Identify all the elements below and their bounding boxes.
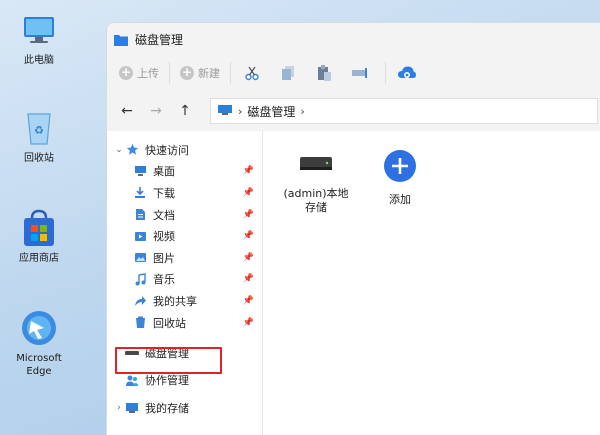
nav-label: 桌面: [153, 165, 175, 179]
sidebar-item-desktop[interactable]: 桌面 📌: [107, 161, 262, 183]
computer-icon: [125, 401, 139, 415]
navigation-pane: ⌄ 快速访问 桌面 📌 下载 📌 文档 📌 视频 📌 图片 📌 音乐 📌 我的共…: [107, 131, 263, 435]
sidebar-item-pictures[interactable]: 图片 📌: [107, 247, 262, 269]
svg-text:♻: ♻: [34, 124, 44, 137]
new-label: 新建: [198, 67, 220, 80]
hard-drive-icon: [298, 149, 334, 181]
arrow-up-icon: ↑: [179, 103, 191, 119]
pin-icon[interactable]: 📌: [243, 253, 254, 263]
sidebar-item-my-storage[interactable]: › 我的存储: [107, 393, 262, 423]
sidebar-item-documents[interactable]: 文档 📌: [107, 204, 262, 226]
sidebar-item-recycle-bin[interactable]: 回收站 📌: [107, 312, 262, 334]
copy-icon[interactable]: [277, 62, 299, 84]
paste-icon[interactable]: [313, 62, 335, 84]
pin-icon[interactable]: 📌: [243, 210, 254, 220]
pin-icon[interactable]: 📌: [243, 296, 254, 306]
nav-label: 音乐: [153, 273, 175, 287]
collaboration-icon: [125, 373, 139, 387]
new-button[interactable]: + 新建: [180, 65, 220, 81]
nav-label: 图片: [153, 251, 175, 265]
desktop-icon: [133, 164, 147, 178]
app-store-icon: [19, 208, 59, 248]
pin-icon[interactable]: 📌: [243, 231, 254, 241]
music-icon: [133, 272, 147, 286]
desktop-icon-label: 应用商店: [19, 253, 59, 264]
rename-icon[interactable]: [349, 62, 371, 84]
chevron-right-icon: ›: [238, 104, 243, 118]
plus-icon: [383, 149, 417, 187]
forward-button[interactable]: →: [144, 99, 168, 123]
share-icon: [133, 294, 147, 308]
watermark-text: 什么值得买: [513, 407, 594, 426]
up-button[interactable]: ↑: [173, 99, 197, 123]
watermark-logo-icon: 值: [489, 405, 510, 425]
chevron-down-icon[interactable]: ⌄: [113, 145, 125, 155]
quick-access-header[interactable]: ⌄ 快速访问: [107, 139, 262, 161]
address-bar[interactable]: › 磁盘管理 ›: [210, 98, 598, 124]
arrow-left-icon: ←: [121, 103, 133, 119]
nav-label: 下载: [153, 186, 175, 200]
desktop-icon-recycle-bin[interactable]: ♻ 回收站: [8, 108, 70, 165]
nav-label: 回收站: [153, 316, 186, 330]
local-storage-item[interactable]: (admin)本地 存储: [281, 149, 351, 215]
upload-button[interactable]: + 上传: [119, 65, 159, 81]
document-icon: [133, 208, 147, 222]
download-icon: [133, 186, 147, 200]
desktop-icon-label: 回收站: [24, 153, 54, 164]
title-bar: 磁盘管理: [107, 23, 600, 55]
desktop-icon-label: Microsoft Edge: [16, 353, 62, 377]
cloud-icon[interactable]: [396, 62, 418, 84]
pin-icon[interactable]: 📌: [243, 166, 254, 176]
add-storage-item[interactable]: 添加: [365, 149, 435, 207]
recycle-bin-icon: [133, 316, 147, 330]
pin-icon[interactable]: 📌: [243, 318, 254, 328]
window-title: 磁盘管理: [135, 32, 184, 47]
star-icon: [125, 143, 139, 157]
nav-label: 我的共享: [153, 294, 197, 308]
content-area: ⌄ 快速访问 桌面 📌 下载 📌 文档 📌 视频 📌 图片 📌 音乐 📌 我的共…: [107, 131, 600, 435]
breadcrumb[interactable]: 磁盘管理: [247, 103, 295, 120]
chevron-right-icon[interactable]: ›: [300, 105, 304, 118]
nav-label: 我的存储: [145, 402, 189, 416]
sidebar-item-videos[interactable]: 视频 📌: [107, 225, 262, 247]
watermark: 值 什么值得买: [489, 403, 594, 427]
toolbar-separator: [169, 62, 170, 84]
desktop-icon-edge[interactable]: Microsoft Edge: [8, 308, 70, 378]
desktop-icon-app-store[interactable]: 应用商店: [8, 208, 70, 265]
item-label: 添加: [389, 193, 411, 206]
file-explorer-window: 磁盘管理 + 上传 + 新建 ← → ↑ › 磁盘管理 › ⌄ 快速访问 桌面 …: [106, 22, 600, 435]
toolbar: + 上传 + 新建: [107, 55, 600, 91]
highlight-box: [115, 347, 222, 374]
nav-label: 快速访问: [145, 143, 189, 157]
picture-icon: [133, 251, 147, 265]
cut-icon[interactable]: [241, 62, 263, 84]
folder-icon: [113, 32, 129, 46]
plus-icon: +: [119, 65, 133, 80]
desktop-icon-this-pc[interactable]: 此电脑: [8, 10, 70, 67]
toolbar-separator: [385, 62, 386, 84]
sidebar-item-music[interactable]: 音乐 📌: [107, 269, 262, 291]
nav-label: 文档: [153, 208, 175, 222]
recycle-bin-icon: ♻: [19, 108, 59, 148]
plus-icon: +: [180, 65, 194, 80]
item-label: (admin)本地 存储: [283, 187, 349, 214]
chevron-right-icon[interactable]: ›: [113, 403, 125, 413]
nav-label: 视频: [153, 230, 175, 244]
sidebar-item-download[interactable]: 下载 📌: [107, 182, 262, 204]
file-view: (admin)本地 存储 添加: [263, 131, 600, 435]
back-button[interactable]: ←: [115, 99, 139, 123]
desktop-icon-label: 此电脑: [24, 55, 54, 66]
arrow-right-icon: →: [150, 103, 162, 119]
address-bar-row: ← → ↑ › 磁盘管理 ›: [107, 91, 600, 131]
computer-icon: [217, 104, 233, 119]
edge-icon: [19, 308, 59, 348]
pin-icon[interactable]: 📌: [243, 274, 254, 284]
video-icon: [133, 229, 147, 243]
pin-icon[interactable]: 📌: [243, 188, 254, 198]
computer-icon: [19, 10, 59, 50]
sidebar-item-my-share[interactable]: 我的共享 📌: [107, 290, 262, 312]
nav-label: 协作管理: [145, 374, 189, 388]
upload-label: 上传: [137, 67, 159, 80]
toolbar-separator: [230, 62, 231, 84]
